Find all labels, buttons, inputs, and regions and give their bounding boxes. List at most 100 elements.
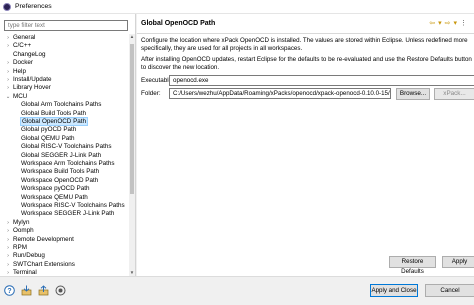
tree-item[interactable]: Workspace QEMU Path <box>12 194 89 202</box>
tree-item[interactable]: Global QEMU Path <box>12 135 76 143</box>
tree-item-label: Library Hover <box>13 84 51 92</box>
expand-arrow-icon[interactable]: › <box>4 68 12 76</box>
tree-item-label: Docker <box>13 59 33 67</box>
tree-item[interactable]: Workspace pyOCD Path <box>12 185 90 193</box>
tree-item[interactable]: Workspace Arm Toolchains Paths <box>12 160 116 168</box>
apply-button[interactable]: Apply <box>442 256 474 268</box>
tree-item-label: Global SEGGER J-Link Path <box>21 151 102 159</box>
executable-field[interactable]: openocd.exe <box>169 75 474 86</box>
tree-item[interactable]: › Install/Update <box>4 76 53 84</box>
tree-item-label: Global QEMU Path <box>21 134 75 142</box>
preferences-tree-panel: ›General›C/C++ChangeLog›Docker›Help›Inst… <box>0 14 136 276</box>
expand-arrow-icon[interactable]: › <box>4 219 12 227</box>
tree-item-label: Workspace pyOCD Path <box>21 185 90 193</box>
svg-text:?: ? <box>7 288 11 295</box>
tree-item-label: Global RISC-V Toolchains Paths <box>21 143 112 151</box>
tree-item[interactable]: Global Arm Toolchains Paths <box>12 101 102 109</box>
help-icon[interactable]: ? <box>4 285 15 296</box>
tree-item[interactable]: › Library Hover <box>4 84 52 92</box>
tree-item[interactable]: Workspace RISC-V Toolchains Paths <box>12 202 126 210</box>
tree-item[interactable]: Global pyOCD Path <box>12 126 77 134</box>
tree-item[interactable]: › Mylyn <box>4 219 30 227</box>
tree-item[interactable]: Workspace SEGGER J-Link Path <box>12 210 115 218</box>
expand-arrow-icon[interactable]: › <box>4 236 12 244</box>
back-arrow-icon[interactable]: ⇦▾ <box>429 20 444 27</box>
tree-item[interactable]: › C/C++ <box>4 42 32 50</box>
tree-item[interactable]: › Docker <box>4 59 34 67</box>
preferences-tree: › General › C/C++ ChangeLog › Docker › Help › Inst… <box>0 34 129 274</box>
expand-arrow-icon[interactable]: › <box>4 261 12 269</box>
tree-item-label: Oomph <box>13 227 34 235</box>
tree-item[interactable]: › General <box>4 34 36 42</box>
restore-defaults-button[interactable]: Restore Defaults <box>389 256 436 275</box>
title-bar: Preferences <box>0 0 474 14</box>
tree-item-label: RPM <box>13 244 27 251</box>
tree-item-label: Run/Debug <box>13 252 45 260</box>
tree-item[interactable]: › SWTChart Extensions <box>4 261 76 269</box>
title-separator <box>137 33 474 34</box>
expand-arrow-icon[interactable]: › <box>4 244 12 252</box>
tree-item[interactable]: Global RISC-V Toolchains Paths <box>12 143 113 151</box>
tree-item[interactable]: Workspace OpenOCD Path <box>12 177 99 185</box>
expand-arrow-icon[interactable]: › <box>4 252 12 260</box>
eclipse-icon <box>3 3 11 11</box>
preference-page: Global OpenOCD Path ⇦▾⇨▾⋮ Configure the … <box>137 14 474 276</box>
forward-arrow-icon[interactable]: ⇨▾ <box>445 20 460 27</box>
page-title: Global OpenOCD Path <box>141 20 216 27</box>
tree-item[interactable]: › Terminal <box>4 269 38 274</box>
tree-item[interactable]: › Run/Debug <box>4 252 46 260</box>
export-icon[interactable] <box>38 285 49 296</box>
cancel-button[interactable]: Cancel <box>425 284 474 297</box>
tree-item-label: Global Arm Toolchains Paths <box>21 101 102 109</box>
browse-button[interactable]: Browse... <box>396 88 430 100</box>
tree-item-label: Help <box>13 67 26 75</box>
tree-item-label: Install/Update <box>13 76 52 83</box>
tree-item-label: Terminal <box>13 269 37 274</box>
tree-scrollbar[interactable]: ▲ ▼ <box>129 34 135 276</box>
tree-item-label: SWTChart Extensions <box>13 260 75 268</box>
tree-item-label: Global pyOCD Path <box>21 126 77 134</box>
folder-field[interactable]: C:/Users/wezhu/AppData/Roaming/xPacks/op… <box>169 88 391 99</box>
scroll-thumb[interactable] <box>130 44 134 194</box>
tree-item-label: Global Build Tools Path <box>21 109 86 117</box>
restart-note-text: After installing OpenOCD updates, restar… <box>141 56 472 71</box>
tree-item-label: Remote Development <box>13 235 74 243</box>
tree-item-label: General <box>13 34 36 41</box>
tree-item[interactable]: Workspace Build Tools Path <box>12 168 100 176</box>
tree-item-label: Workspace QEMU Path <box>21 193 88 201</box>
tree-item[interactable]: Global OpenOCD Path <box>12 117 89 126</box>
tree-item-label: ChangeLog <box>13 50 46 58</box>
tree-item-label: C/C++ <box>13 42 32 50</box>
import-icon[interactable] <box>21 285 32 296</box>
history-nav[interactable]: ⇦▾⇨▾⋮ <box>429 19 470 27</box>
window-title: Preferences <box>15 3 52 10</box>
tree-item[interactable]: › RPM <box>4 244 28 252</box>
tree-item[interactable]: › Oomph <box>4 227 35 235</box>
expand-arrow-icon[interactable]: › <box>4 42 12 50</box>
dialog-button-bar: ? Apply and Close Cancel <box>0 276 474 305</box>
expand-arrow-icon[interactable]: › <box>4 269 12 274</box>
menu-icon[interactable]: ⋮ <box>460 20 470 27</box>
filter-input[interactable] <box>4 20 128 31</box>
expand-arrow-icon[interactable]: ⌄ <box>4 93 12 101</box>
expand-arrow-icon[interactable]: › <box>4 84 12 92</box>
tree-item-label: Workspace Build Tools Path <box>21 168 100 176</box>
tree-item-label: Mylyn <box>13 218 30 226</box>
tree-item-label: Workspace SEGGER J-Link Path <box>21 210 115 218</box>
tree-item[interactable]: › Help <box>4 68 27 76</box>
scroll-up-icon[interactable]: ▲ <box>129 34 135 40</box>
tree-item[interactable]: › Remote Development <box>4 236 75 244</box>
apply-and-close-button[interactable]: Apply and Close <box>370 284 418 297</box>
description-text: Configure the location where xPack OpenO… <box>141 37 468 52</box>
tree-item-label: Workspace RISC-V Toolchains Paths <box>21 202 125 209</box>
tree-item[interactable]: Global SEGGER J-Link Path <box>12 152 102 160</box>
link-icon[interactable] <box>55 285 66 296</box>
tree-item[interactable]: ⌄ MCU <box>4 93 28 101</box>
tree-item-label: Global OpenOCD Path <box>20 117 89 126</box>
expand-arrow-icon[interactable]: › <box>4 34 12 42</box>
expand-arrow-icon[interactable]: › <box>4 59 12 67</box>
expand-arrow-icon[interactable]: › <box>4 227 12 235</box>
xpack-button[interactable]: xPack... <box>434 88 474 100</box>
expand-arrow-icon[interactable]: › <box>4 76 12 84</box>
tree-item[interactable]: ChangeLog <box>4 51 47 59</box>
